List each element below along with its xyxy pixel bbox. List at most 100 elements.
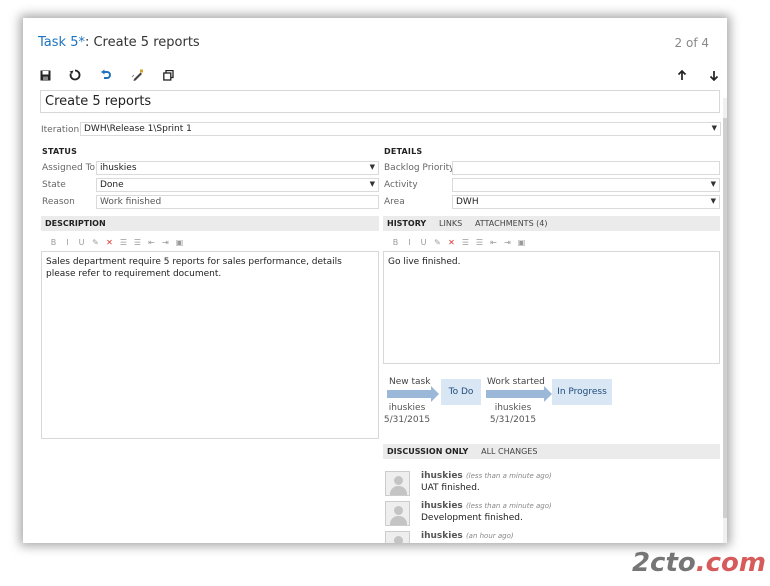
transition-arrow bbox=[486, 386, 552, 402]
tab-links[interactable]: LINKS bbox=[439, 219, 462, 228]
title-field[interactable] bbox=[40, 90, 720, 113]
tab-all-changes[interactable]: ALL CHANGES bbox=[481, 447, 537, 456]
undo-icon[interactable] bbox=[98, 67, 114, 83]
clear-format-icon[interactable]: ✕ bbox=[447, 238, 456, 247]
assigned-to-value: ihuskies bbox=[100, 163, 137, 173]
reason-field[interactable]: Work finished bbox=[96, 195, 379, 209]
history-tabs: HISTORY LINKS ATTACHMENTS (4) bbox=[383, 216, 720, 231]
task-id[interactable]: Task 5* bbox=[38, 35, 85, 50]
avatar bbox=[385, 471, 410, 496]
iteration-value: DWH\Release 1\Sprint 1 bbox=[84, 124, 192, 134]
tab-discussion-only[interactable]: DISCUSSION ONLY bbox=[387, 447, 468, 456]
assigned-to-field[interactable]: ihuskies ▼ bbox=[96, 161, 379, 175]
flow-meta-2: ihuskies 5/31/2015 bbox=[487, 402, 539, 426]
state-label: State bbox=[42, 180, 66, 190]
description-header: DESCRIPTION bbox=[41, 216, 379, 231]
refresh-icon[interactable] bbox=[67, 67, 83, 83]
chevron-down-icon[interactable]: ▼ bbox=[370, 163, 375, 171]
flow-meta-1: ihuskies 5/31/2015 bbox=[381, 402, 433, 426]
title-bar: Task 5*: Create 5 reports 2 of 4 bbox=[23, 18, 727, 62]
flow-user: ihuskies bbox=[494, 403, 532, 413]
tab-history[interactable]: HISTORY bbox=[387, 219, 426, 228]
clear-format-icon[interactable]: ✕ bbox=[105, 238, 114, 247]
reason-value: Work finished bbox=[100, 197, 162, 207]
state-box-todo: To Do bbox=[441, 379, 481, 405]
italic-button[interactable]: I bbox=[63, 238, 72, 247]
backlog-priority-label: Backlog Priority bbox=[384, 163, 455, 173]
state-box-in-progress: In Progress bbox=[552, 379, 612, 405]
chevron-down-icon[interactable]: ▼ bbox=[712, 124, 717, 132]
scrollbar[interactable] bbox=[723, 98, 727, 543]
flow-date: 5/31/2015 bbox=[383, 415, 431, 425]
avatar bbox=[385, 531, 410, 543]
task-title: : Create 5 reports bbox=[84, 35, 200, 50]
flow-date: 5/31/2015 bbox=[489, 415, 537, 425]
numbered-list-icon[interactable]: ☰ bbox=[475, 238, 484, 247]
flow-label-work-started: Work started bbox=[487, 377, 545, 387]
comment-time: (an hour ago) bbox=[465, 532, 514, 540]
discussion-item: ihuskies (an hour ago) bbox=[385, 531, 715, 543]
comment-author: ihuskies (less than a minute ago) bbox=[421, 501, 552, 511]
tab-attachments[interactable]: ATTACHMENTS (4) bbox=[475, 219, 548, 228]
bold-button[interactable]: B bbox=[391, 238, 400, 247]
comment-time: (less than a minute ago) bbox=[465, 472, 552, 480]
area-field[interactable]: DWH ▼ bbox=[452, 195, 720, 209]
description-editor[interactable]: Sales department require 5 reports for s… bbox=[41, 251, 379, 439]
comment-time: (less than a minute ago) bbox=[465, 502, 552, 510]
backlog-priority-field[interactable] bbox=[452, 161, 720, 175]
avatar bbox=[385, 501, 410, 526]
edit-icon[interactable] bbox=[129, 67, 145, 83]
discussion-item: ihuskies (less than a minute ago) Develo… bbox=[385, 501, 715, 529]
indent-icon[interactable]: ⇥ bbox=[161, 238, 170, 247]
copy-icon[interactable] bbox=[160, 67, 176, 83]
iteration-field[interactable]: DWH\Release 1\Sprint 1 ▼ bbox=[80, 122, 721, 136]
image-icon[interactable]: ▣ bbox=[175, 238, 184, 247]
toolbar bbox=[23, 64, 727, 86]
status-section-title: STATUS bbox=[42, 147, 78, 156]
arrow-down-icon[interactable] bbox=[706, 67, 722, 83]
italic-button[interactable]: I bbox=[405, 238, 414, 247]
comment-text: Development finished. bbox=[421, 513, 523, 523]
transition-arrow bbox=[387, 386, 439, 402]
outdent-icon[interactable]: ⇤ bbox=[147, 238, 156, 247]
iteration-label: Iteration bbox=[41, 125, 80, 135]
reason-label: Reason bbox=[42, 197, 75, 207]
history-text: Go live finished. bbox=[388, 257, 461, 267]
bullet-list-icon[interactable]: ☰ bbox=[461, 238, 470, 247]
area-label: Area bbox=[384, 197, 405, 207]
activity-field[interactable]: ▼ bbox=[452, 178, 720, 192]
discussion-tabs: DISCUSSION ONLY ALL CHANGES bbox=[383, 444, 720, 459]
underline-button[interactable]: U bbox=[77, 238, 86, 247]
bullet-list-icon[interactable]: ☰ bbox=[119, 238, 128, 247]
save-icon[interactable] bbox=[37, 67, 53, 83]
description-format-toolbar: B I U ✎ ✕ ☰ ☰ ⇤ ⇥ ▣ bbox=[49, 236, 184, 249]
numbered-list-icon[interactable]: ☰ bbox=[133, 238, 142, 247]
highlight-icon[interactable]: ✎ bbox=[91, 238, 100, 247]
description-title: DESCRIPTION bbox=[45, 219, 106, 228]
chevron-down-icon[interactable]: ▼ bbox=[711, 197, 716, 205]
chevron-down-icon[interactable]: ▼ bbox=[370, 180, 375, 188]
flow-user: ihuskies bbox=[388, 403, 426, 413]
outdent-icon[interactable]: ⇤ bbox=[489, 238, 498, 247]
work-item-window: Task 5*: Create 5 reports 2 of 4 Iterati… bbox=[23, 18, 727, 543]
flow-label-new-task: New task bbox=[389, 377, 431, 387]
description-text: Sales department require 5 reports for s… bbox=[46, 257, 342, 279]
comment-text: UAT finished. bbox=[421, 483, 480, 493]
arrow-up-icon[interactable] bbox=[674, 67, 690, 83]
bold-button[interactable]: B bbox=[49, 238, 58, 247]
history-editor[interactable]: Go live finished. bbox=[383, 251, 720, 364]
state-value: Done bbox=[100, 180, 124, 190]
underline-button[interactable]: U bbox=[419, 238, 428, 247]
highlight-icon[interactable]: ✎ bbox=[433, 238, 442, 247]
area-value: DWH bbox=[456, 197, 479, 207]
indent-icon[interactable]: ⇥ bbox=[503, 238, 512, 247]
chevron-down-icon[interactable]: ▼ bbox=[711, 180, 716, 188]
item-counter: 2 of 4 bbox=[674, 36, 709, 50]
discussion-item: ihuskies (less than a minute ago) UAT fi… bbox=[385, 471, 715, 499]
image-icon[interactable]: ▣ bbox=[517, 238, 526, 247]
state-field[interactable]: Done ▼ bbox=[96, 178, 379, 192]
history-format-toolbar: B I U ✎ ✕ ☰ ☰ ⇤ ⇥ ▣ bbox=[391, 236, 526, 249]
details-section-title: DETAILS bbox=[384, 147, 423, 156]
comment-author: ihuskies (an hour ago) bbox=[421, 531, 514, 541]
comment-author: ihuskies (less than a minute ago) bbox=[421, 471, 552, 481]
